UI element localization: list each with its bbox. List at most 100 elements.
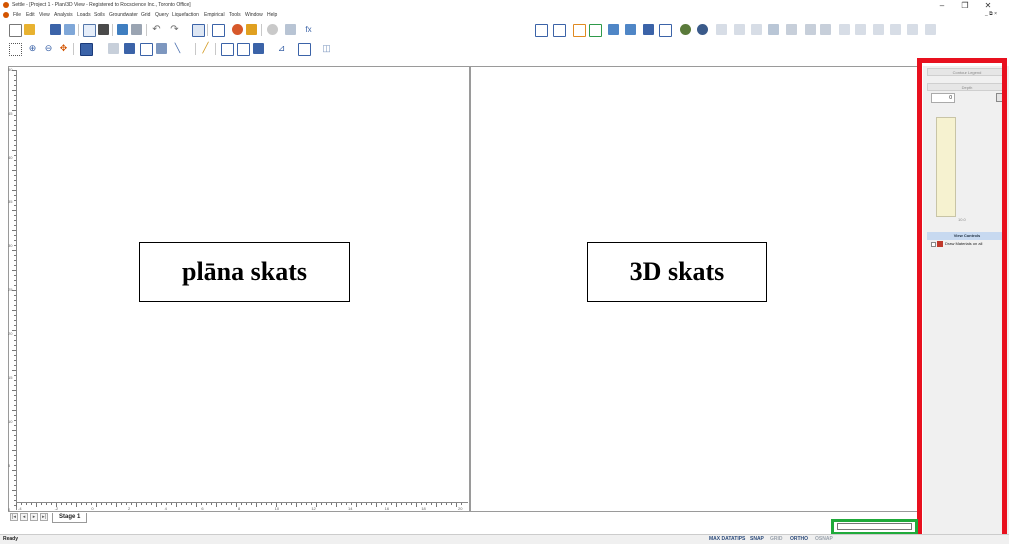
- ruler-label: 50: [8, 67, 13, 72]
- menu-edit[interactable]: Edit: [26, 12, 35, 18]
- plan-view-icon[interactable]: [80, 43, 93, 56]
- soil-layers-icon[interactable]: [124, 43, 135, 54]
- zoom-in-icon[interactable]: ⊕: [27, 43, 38, 54]
- restore-button[interactable]: ❐: [958, 1, 972, 10]
- minimize-button[interactable]: –: [935, 1, 949, 10]
- add-poly-load-icon[interactable]: [553, 24, 566, 37]
- menu-grid[interactable]: Grid: [141, 12, 150, 18]
- menu-help[interactable]: Help: [267, 12, 277, 18]
- menu-liquefaction[interactable]: Liquefaction: [172, 12, 199, 18]
- ruler-label: 10: [8, 419, 13, 424]
- compute-icon[interactable]: [232, 24, 243, 35]
- ruler-label: 30: [8, 243, 13, 248]
- ruler-tick: [416, 503, 417, 507]
- redo-icon[interactable]: ↷: [169, 24, 180, 35]
- tab-prev-button[interactable]: ◂: [20, 513, 28, 521]
- document-icon[interactable]: [3, 12, 9, 18]
- save-as-icon[interactable]: [64, 24, 75, 35]
- add-excavation-icon[interactable]: [589, 24, 602, 37]
- add-embankment-icon[interactable]: [573, 24, 586, 37]
- add-query-line-icon[interactable]: [625, 24, 636, 35]
- undo-icon[interactable]: ↶: [151, 24, 162, 35]
- orbit-icon[interactable]: [237, 43, 250, 56]
- zoom-extents-icon[interactable]: [805, 24, 816, 35]
- report-icon[interactable]: [285, 24, 296, 35]
- add-rect-load-icon[interactable]: [535, 24, 548, 37]
- zoom-all-icon[interactable]: [9, 43, 22, 56]
- ruler-label: 35: [8, 199, 13, 204]
- axes-icon[interactable]: ⊿: [276, 43, 287, 54]
- layer-toggle-icon[interactable]: [253, 43, 264, 54]
- plot-query-icon[interactable]: [890, 24, 901, 35]
- menu-loads[interactable]: Loads: [77, 12, 91, 18]
- menu-window[interactable]: Window: [245, 12, 263, 18]
- add-text-box-icon[interactable]: [659, 24, 672, 37]
- save-icon[interactable]: [50, 24, 61, 35]
- graph-view-icon[interactable]: [751, 24, 762, 35]
- eraser-icon[interactable]: ◫: [321, 43, 332, 54]
- chart-settings-icon[interactable]: [768, 24, 779, 35]
- select-icon[interactable]: [212, 24, 225, 37]
- plot-depth-icon[interactable]: [873, 24, 884, 35]
- draw-line-icon[interactable]: ╲: [172, 43, 183, 54]
- menu-analysis[interactable]: Analysis: [54, 12, 73, 18]
- menu-view[interactable]: View: [39, 12, 50, 18]
- ortho-toggle[interactable]: ORTHO: [790, 536, 808, 542]
- box-view-icon[interactable]: [298, 43, 311, 56]
- filter-icon[interactable]: [786, 24, 797, 35]
- time-stage-icon[interactable]: [839, 24, 850, 35]
- tab-stage-1[interactable]: Stage 1: [52, 513, 88, 523]
- disabled-icon[interactable]: [267, 24, 278, 35]
- menu-tools[interactable]: Tools: [229, 12, 241, 18]
- ruler-tick: [14, 225, 16, 226]
- plot-profile-icon[interactable]: [820, 24, 831, 35]
- rotate-icon[interactable]: [221, 43, 234, 56]
- layout-icon[interactable]: [925, 24, 936, 35]
- max-datatips-toggle[interactable]: MAX DATATIPS: [709, 536, 745, 542]
- add-query-point-icon[interactable]: [608, 24, 619, 35]
- ruler-tick: [356, 503, 357, 507]
- ruler-tick: [366, 503, 367, 505]
- open-folder-icon[interactable]: [24, 24, 35, 35]
- zoom-out-icon[interactable]: ⊖: [43, 43, 54, 54]
- tab-next-button[interactable]: ▸: [30, 513, 38, 521]
- ruler-tick: [14, 115, 16, 116]
- table-view-icon[interactable]: [734, 24, 745, 35]
- menu-empirical[interactable]: Empirical: [204, 12, 225, 18]
- menu-file[interactable]: File: [13, 12, 21, 18]
- export-image-icon[interactable]: [131, 24, 142, 35]
- mdi-window-controls[interactable]: _ ⧉ ×: [985, 11, 997, 17]
- section-view-icon[interactable]: [140, 43, 153, 56]
- close-button[interactable]: ✕: [981, 1, 995, 10]
- ruler-tick: [121, 503, 122, 505]
- ruler-tick: [161, 503, 162, 505]
- vertical-ruler: 0 5 10 15 20 25 30 35 40 45 50: [8, 67, 17, 512]
- grid-toggle[interactable]: GRID: [770, 536, 783, 542]
- view-3d-icon[interactable]: [680, 24, 691, 35]
- menu-groundwater[interactable]: Groundwater: [109, 12, 138, 18]
- export-data-icon[interactable]: [907, 24, 918, 35]
- osnap-toggle[interactable]: OSNAP: [815, 536, 833, 542]
- chart-icon[interactable]: [117, 24, 128, 35]
- properties-icon[interactable]: [192, 24, 205, 37]
- view-settlement-icon[interactable]: [697, 24, 708, 35]
- ruler-icon[interactable]: ╱: [200, 43, 211, 54]
- add-query-grid-icon[interactable]: [643, 24, 654, 35]
- profile-icon[interactable]: [156, 43, 167, 54]
- ruler-tick: [71, 503, 72, 505]
- menu-query[interactable]: Query: [155, 12, 169, 18]
- tab-first-button[interactable]: |◂: [10, 513, 18, 521]
- menu-soils[interactable]: Soils: [94, 12, 105, 18]
- boreholes-icon[interactable]: [108, 43, 119, 54]
- toolbar-separator: [73, 43, 74, 55]
- interpret-icon[interactable]: [246, 24, 257, 35]
- print-icon[interactable]: [98, 24, 109, 35]
- print-preview-icon[interactable]: [83, 24, 96, 37]
- tab-last-button[interactable]: ▸|: [40, 513, 48, 521]
- plot-time-icon[interactable]: [855, 24, 866, 35]
- snap-toggle[interactable]: SNAP: [750, 536, 764, 542]
- pan-icon[interactable]: ✥: [58, 43, 69, 54]
- grid-view-icon[interactable]: [716, 24, 727, 35]
- function-icon[interactable]: fx: [303, 24, 314, 35]
- new-file-icon[interactable]: [9, 24, 22, 37]
